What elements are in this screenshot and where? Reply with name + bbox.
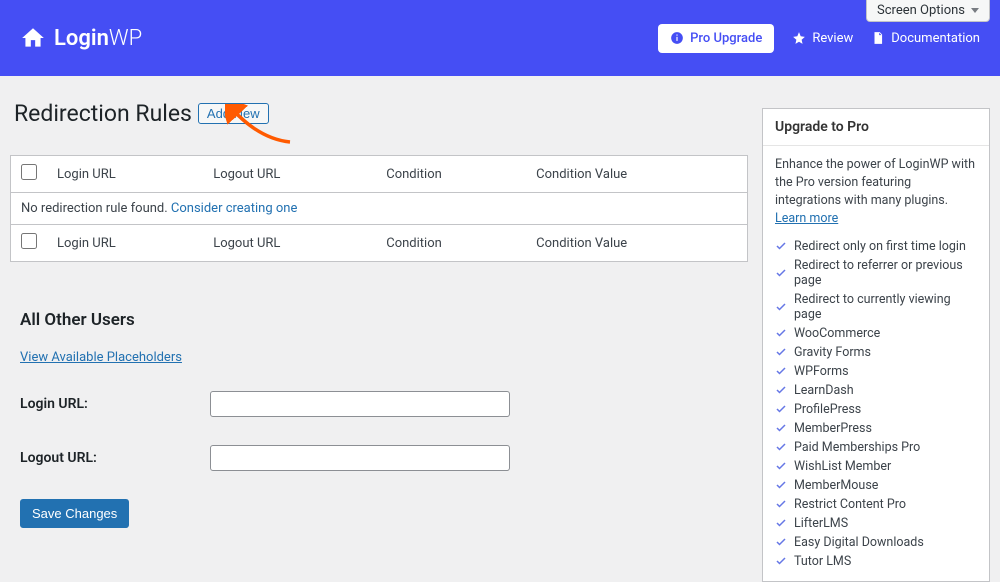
documentation-label: Documentation	[891, 31, 980, 46]
feature-item: LearnDash	[775, 381, 977, 400]
table-header-row: Login URL Logout URL Condition Condition…	[11, 156, 748, 193]
feature-item: Redirect to currently viewing page	[775, 290, 977, 324]
fcol-logout-url[interactable]: Logout URL	[203, 225, 376, 262]
feature-item: WooCommerce	[775, 324, 977, 343]
add-new-button[interactable]: Add New	[198, 103, 269, 124]
feature-item: LifterLMS	[775, 514, 977, 533]
feature-label: LearnDash	[794, 383, 854, 398]
brand-name: Login	[54, 26, 109, 51]
feature-label: Tutor LMS	[794, 554, 851, 569]
feature-label: ProfilePress	[794, 402, 861, 417]
feature-item: Restrict Content Pro	[775, 495, 977, 514]
select-all-bottom-checkbox[interactable]	[21, 233, 37, 249]
upgrade-pro-desc: Enhance the power of LoginWP with the Pr…	[775, 156, 977, 229]
check-icon	[775, 517, 787, 529]
brand-suffix: WP	[109, 26, 142, 51]
login-url-label: Login URL:	[20, 396, 210, 412]
create-one-link[interactable]: Consider creating one	[171, 201, 297, 216]
feature-item: MemberMouse	[775, 476, 977, 495]
check-icon	[775, 365, 787, 377]
star-icon	[792, 31, 806, 45]
col-condition[interactable]: Condition	[376, 156, 526, 193]
view-placeholders-link[interactable]: View Available Placeholders	[20, 350, 182, 365]
check-icon	[775, 327, 787, 339]
feature-list: Redirect only on first time login Redirec…	[775, 237, 977, 571]
screen-options-label: Screen Options	[877, 3, 965, 18]
pro-upgrade-button[interactable]: Pro Upgrade	[658, 24, 774, 53]
table-footer-row: Login URL Logout URL Condition Condition…	[11, 225, 748, 262]
col-login-url[interactable]: Login URL	[47, 156, 203, 193]
feature-item: WPForms	[775, 362, 977, 381]
feature-label: Paid Memberships Pro	[794, 440, 920, 455]
rules-table: Login URL Logout URL Condition Condition…	[10, 155, 748, 262]
upgrade-pro-title: Upgrade to Pro	[763, 109, 989, 146]
check-icon	[775, 422, 787, 434]
feature-label: LifterLMS	[794, 516, 848, 531]
review-label: Review	[812, 31, 853, 46]
brand-logo: LoginWP	[20, 25, 142, 51]
feature-label: MemberPress	[794, 421, 872, 436]
check-icon	[775, 555, 787, 567]
feature-item: Gravity Forms	[775, 343, 977, 362]
feature-label: WooCommerce	[794, 326, 880, 341]
feature-label: WishList Member	[794, 459, 891, 474]
feature-item: MemberPress	[775, 419, 977, 438]
page-title: Redirection Rules	[14, 100, 192, 127]
feature-label: MemberMouse	[794, 478, 878, 493]
doc-icon	[871, 31, 885, 45]
screen-options-toggle[interactable]: Screen Options	[866, 0, 990, 22]
learn-more-link[interactable]: Learn more	[775, 211, 838, 226]
upgrade-pro-box: Upgrade to Pro Enhance the power of Logi…	[762, 108, 990, 582]
empty-text: No redirection rule found.	[21, 201, 171, 216]
select-all-top-checkbox[interactable]	[21, 164, 37, 180]
feature-label: Redirect only on first time login	[794, 239, 966, 254]
check-icon	[775, 460, 787, 472]
col-logout-url[interactable]: Logout URL	[203, 156, 376, 193]
feature-label: Gravity Forms	[794, 345, 871, 360]
feature-item: Redirect only on first time login	[775, 237, 977, 256]
feature-item: WishList Member	[775, 457, 977, 476]
check-icon	[775, 479, 787, 491]
top-actions: Pro Upgrade Review Documentation	[658, 24, 980, 53]
empty-row: No redirection rule found. Consider crea…	[11, 193, 748, 225]
house-icon	[20, 25, 46, 51]
check-icon	[775, 498, 787, 510]
check-icon	[775, 403, 787, 415]
feature-item: Paid Memberships Pro	[775, 438, 977, 457]
col-condition-value[interactable]: Condition Value	[526, 156, 747, 193]
feature-label: Redirect to referrer or previous page	[794, 258, 977, 288]
check-icon	[775, 240, 787, 252]
logout-url-label: Logout URL:	[20, 450, 210, 466]
check-icon	[775, 384, 787, 396]
review-link[interactable]: Review	[792, 31, 853, 46]
check-icon	[775, 536, 787, 548]
pro-upgrade-label: Pro Upgrade	[690, 31, 762, 46]
fcol-condition-value[interactable]: Condition Value	[526, 225, 747, 262]
feature-item: Tutor LMS	[775, 552, 977, 571]
info-icon	[670, 31, 684, 45]
other-users-section: All Other Users View Available Placehold…	[10, 310, 748, 528]
fcol-login-url[interactable]: Login URL	[47, 225, 203, 262]
logout-url-input[interactable]	[210, 445, 510, 471]
fcol-condition[interactable]: Condition	[376, 225, 526, 262]
feature-item: Easy Digital Downloads	[775, 533, 977, 552]
feature-item: ProfilePress	[775, 400, 977, 419]
top-bar: LoginWP Pro Upgrade Review Documentation	[0, 0, 1000, 76]
check-icon	[775, 301, 787, 313]
feature-label: Restrict Content Pro	[794, 497, 906, 512]
caret-down-icon	[971, 8, 979, 13]
documentation-link[interactable]: Documentation	[871, 31, 980, 46]
other-users-heading: All Other Users	[20, 310, 748, 330]
feature-item: Redirect to referrer or previous page	[775, 256, 977, 290]
check-icon	[775, 346, 787, 358]
check-icon	[775, 267, 787, 279]
feature-label: Easy Digital Downloads	[794, 535, 924, 550]
feature-label: WPForms	[794, 364, 849, 379]
feature-label: Redirect to currently viewing page	[794, 292, 977, 322]
login-url-input[interactable]	[210, 391, 510, 417]
check-icon	[775, 441, 787, 453]
